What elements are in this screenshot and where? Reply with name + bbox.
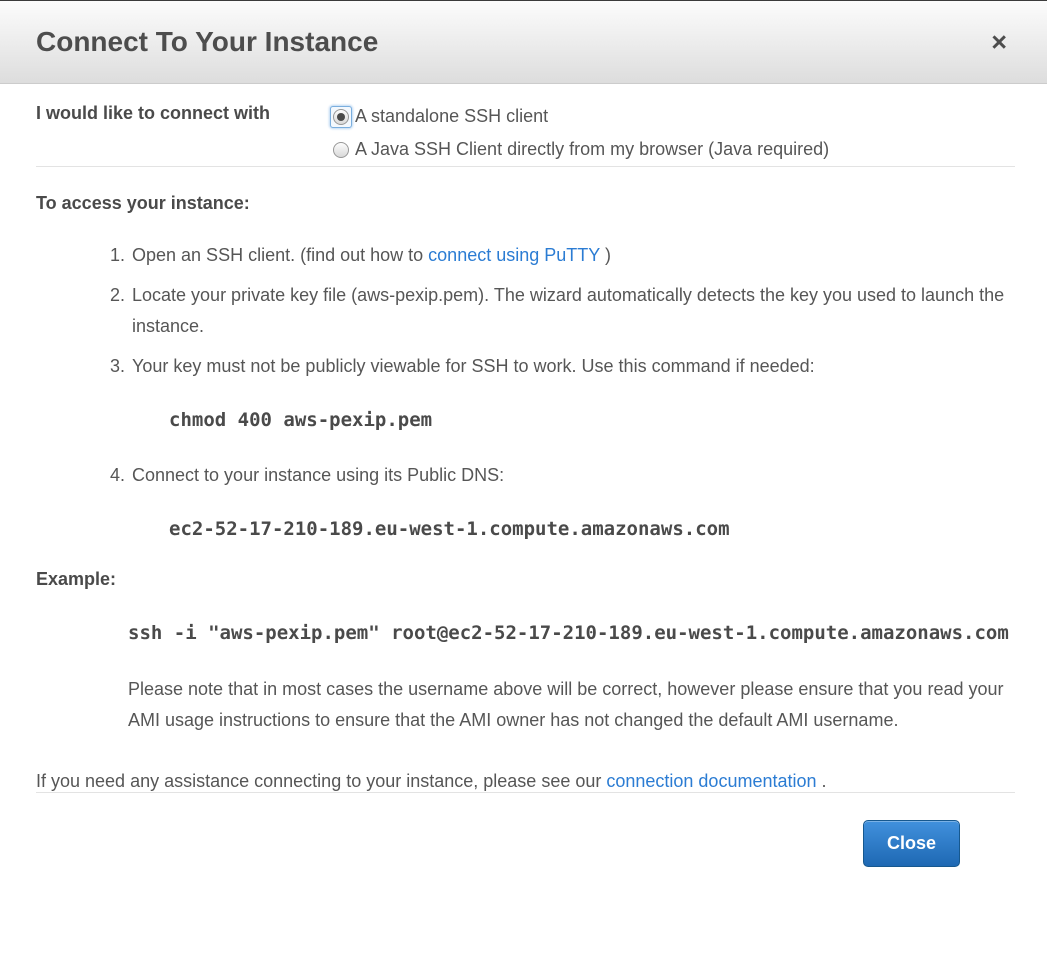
step-text: Open an SSH client. (find out how to	[132, 245, 428, 265]
chmod-command: chmod 400 aws-pexip.pem	[169, 405, 1015, 436]
assistance-text: If you need any assistance connecting to…	[36, 771, 1015, 792]
connect-with-row: I would like to connect with A standalon…	[36, 84, 1015, 166]
radio-focus-ring	[330, 106, 352, 128]
modal-header: Connect To Your Instance ×	[0, 1, 1047, 84]
modal-title: Connect To Your Instance	[36, 26, 985, 58]
radio-selected-icon[interactable]	[333, 109, 349, 125]
step-open-ssh-client: Open an SSH client. (find out how to con…	[132, 240, 1015, 271]
radio-option-label: A standalone SSH client	[355, 106, 548, 127]
step-text: Locate your private key file (aws-pexip.…	[132, 285, 1004, 336]
ssh-example-command: ssh -i "aws-pexip.pem" root@ec2-52-17-21…	[128, 622, 1015, 644]
step-text: Connect to your instance using its Publi…	[132, 465, 504, 485]
access-steps-list: Open an SSH client. (find out how to con…	[36, 240, 1015, 545]
connect-with-options: A standalone SSH client A Java SSH Clien…	[330, 100, 829, 166]
connect-using-putty-link[interactable]: connect using PuTTY	[428, 245, 600, 265]
ami-username-note: Please note that in most cases the usern…	[128, 674, 1015, 736]
connect-instance-modal: Connect To Your Instance × I would like …	[0, 0, 1047, 954]
connect-with-label: I would like to connect with	[36, 100, 330, 166]
step-text: )	[600, 245, 611, 265]
radio-unselected-icon[interactable]	[333, 142, 349, 158]
step-locate-key: Locate your private key file (aws-pexip.…	[132, 280, 1015, 342]
radio-ring	[330, 139, 352, 161]
radio-option-standalone-ssh[interactable]: A standalone SSH client	[330, 100, 829, 133]
close-button[interactable]: Close	[863, 820, 960, 867]
modal-footer: Close	[36, 793, 1015, 867]
step-key-permissions: Your key must not be publicly viewable f…	[132, 351, 1015, 436]
radio-option-java-ssh[interactable]: A Java SSH Client directly from my brows…	[330, 133, 829, 166]
step-connect-dns: Connect to your instance using its Publi…	[132, 460, 1015, 545]
step-text: Your key must not be publicly viewable f…	[132, 356, 815, 376]
public-dns-value: ec2-52-17-210-189.eu-west-1.compute.amaz…	[169, 514, 1015, 545]
radio-option-label: A Java SSH Client directly from my brows…	[355, 139, 829, 160]
modal-body: I would like to connect with A standalon…	[0, 84, 1047, 867]
close-icon[interactable]: ×	[985, 27, 1013, 58]
connection-documentation-link[interactable]: connection documentation	[606, 771, 816, 791]
assistance-text-after: .	[817, 771, 827, 791]
example-heading: Example:	[36, 569, 1015, 590]
access-heading: To access your instance:	[36, 193, 1015, 214]
divider	[36, 166, 1015, 167]
assistance-text-before: If you need any assistance connecting to…	[36, 771, 606, 791]
